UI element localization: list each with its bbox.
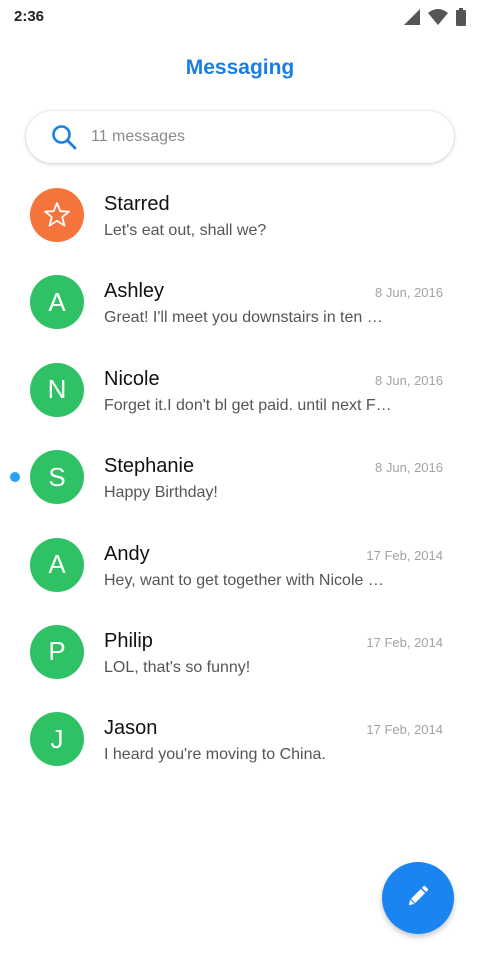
status-time: 2:36: [14, 8, 45, 25]
avatar: A: [30, 537, 84, 592]
avatar-letter: A: [48, 549, 66, 580]
message-preview: Great! I'll meet you downstairs in ten …: [104, 309, 383, 327]
compose-button[interactable]: [382, 862, 454, 934]
avatar: P: [30, 624, 84, 679]
conversation-item[interactable]: N Nicole 8 Jun, 2016 Forget it.I don't bl g…: [0, 347, 480, 434]
search-input[interactable]: 11 messages: [91, 128, 185, 146]
message-date: 17 Feb, 2014: [366, 547, 443, 563]
avatar-letter: P: [48, 636, 66, 667]
signal-icon: [404, 9, 420, 25]
avatar: [30, 188, 84, 242]
message-preview: Forget it.I don't bl get paid. until nex…: [104, 396, 392, 414]
contact-name: Philip: [104, 629, 153, 652]
avatar-letter: S: [48, 461, 66, 492]
message-date: 8 Jun, 2016: [375, 372, 443, 388]
conversation-item[interactable]: Starred Let's eat out, shall we?: [0, 172, 480, 259]
avatar: J: [30, 712, 84, 767]
contact-name: Ashley: [104, 280, 165, 303]
message-preview: Hey, want to get together with Nicole …: [104, 571, 384, 589]
status-bar: 2:36: [0, 0, 480, 34]
pencil-icon: [404, 882, 432, 915]
contact-name: Andy: [104, 542, 150, 565]
wifi-icon: [428, 9, 448, 25]
conversation-item[interactable]: S Stephanie 8 Jun, 2016 Happy Birthday!: [0, 434, 480, 521]
conversation-item[interactable]: A Ashley 8 Jun, 2016 Great! I'll meet you d…: [0, 259, 480, 346]
avatar-letter: A: [48, 286, 66, 317]
message-date: 17 Feb, 2014: [366, 722, 443, 738]
avatar: A: [30, 275, 84, 330]
conversation-item[interactable]: J Jason 17 Feb, 2014 I heard you're moving …: [0, 696, 480, 783]
contact-name: Jason: [104, 717, 158, 740]
message-preview: I heard you're moving to China.: [104, 746, 326, 764]
message-date: 8 Jun, 2016: [375, 285, 443, 301]
conversation-list: Starred Let's eat out, shall we? A Ashley 8 …: [0, 172, 480, 784]
avatar-letter: N: [47, 374, 67, 405]
avatar: N: [30, 362, 84, 417]
message-preview: Let's eat out, shall we?: [104, 222, 267, 239]
message-preview: Happy Birthday!: [104, 484, 218, 502]
contact-name: Stephanie: [104, 455, 195, 478]
contact-name: Starred: [104, 193, 170, 215]
message-date: 17 Feb, 2014: [366, 634, 443, 650]
conversation-item[interactable]: A Andy 17 Feb, 2014 Hey, want to get togeth…: [0, 522, 480, 609]
battery-icon: [456, 8, 466, 26]
search-icon[interactable]: [50, 123, 78, 151]
status-icons: [404, 8, 466, 26]
app-title: Messaging: [185, 56, 295, 79]
message-preview: LOL, that's so funny!: [104, 658, 251, 676]
search-bar[interactable]: 11 messages: [26, 111, 454, 163]
conversation-item[interactable]: P Philip 17 Feb, 2014 LOL, that's so funny!: [0, 609, 480, 696]
unread-indicator: [10, 472, 20, 483]
contact-name: Nicole: [104, 367, 160, 390]
avatar: S: [30, 450, 84, 505]
avatar-letter: J: [50, 723, 64, 754]
star-icon: [43, 201, 71, 229]
message-date: 8 Jun, 2016: [375, 460, 443, 476]
